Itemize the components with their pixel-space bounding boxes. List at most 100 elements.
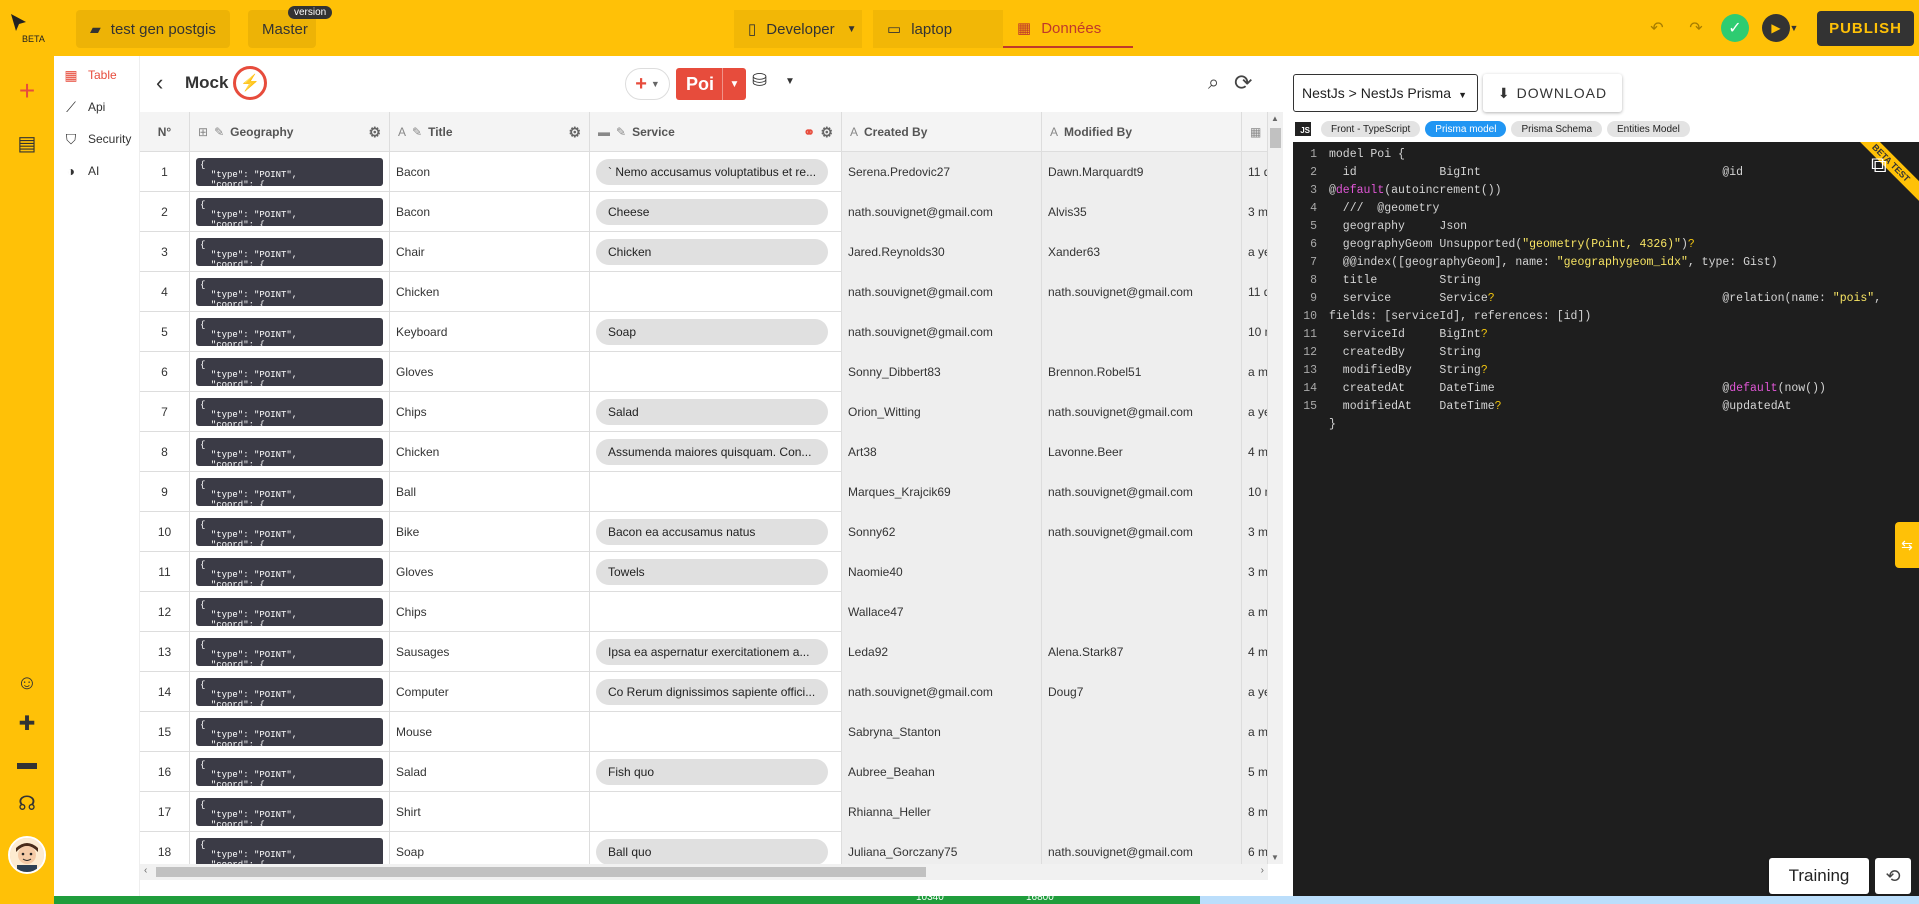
vertical-scrollbar[interactable]: ▲ ▼	[1268, 112, 1283, 864]
geography-cell[interactable]: { "type": "POINT", "coord": {	[190, 152, 390, 192]
geography-cell[interactable]: { "type": "POINT", "coord": {	[190, 432, 390, 472]
table-row[interactable]: 10{ "type": "POINT", "coord": {Bike Bacon…	[140, 512, 1268, 552]
table-row[interactable]: 16{ "type": "POINT", "coord": {Salad Fish…	[140, 752, 1268, 792]
header-created-by[interactable]: A Created By	[842, 112, 1042, 152]
add-record-button[interactable]: + ▼	[625, 68, 670, 100]
gear-icon[interactable]: ⚙	[820, 124, 833, 141]
table-row[interactable]: 7{ "type": "POINT", "coord": {Chips Salad…	[140, 392, 1268, 432]
gear-icon[interactable]: ⚙	[568, 124, 581, 141]
sidemenu-item-table[interactable]: ▦ Table	[62, 63, 116, 87]
code-editor[interactable]: 1 model Poi {2 id BigInt @id 3 @default(aut…	[1293, 142, 1919, 904]
undo-icon[interactable]: ↶	[1643, 14, 1671, 42]
table-row[interactable]: 15{ "type": "POINT", "coord": {Mouse Sabr…	[140, 712, 1268, 752]
header-geography[interactable]: ⊞ ✎ Geography ⚙	[190, 112, 390, 152]
gear-icon[interactable]: ⚙	[368, 124, 381, 141]
database-icon[interactable]: ⛁	[752, 70, 767, 91]
service-cell[interactable]	[590, 592, 842, 632]
service-chip[interactable]: Chicken	[596, 239, 828, 265]
sidemenu-item-ai[interactable]: ◑ AI	[62, 159, 100, 183]
table-row[interactable]: 13{ "type": "POINT", "coord": {Sausages I…	[140, 632, 1268, 672]
redo-icon[interactable]: ↷	[1682, 14, 1710, 42]
title-cell[interactable]: Ball	[390, 472, 590, 512]
title-cell[interactable]: Chair	[390, 232, 590, 272]
toolbox-icon[interactable]: ▬	[12, 748, 42, 778]
service-cell[interactable]	[590, 352, 842, 392]
title-cell[interactable]: Chips	[390, 392, 590, 432]
service-cell[interactable]	[590, 472, 842, 512]
headset-icon[interactable]: ☊	[12, 788, 42, 818]
geography-cell[interactable]: { "type": "POINT", "coord": {	[190, 832, 390, 864]
geography-cell[interactable]: { "type": "POINT", "coord": {	[190, 272, 390, 312]
title-cell[interactable]: Mouse	[390, 712, 590, 752]
scroll-left-icon[interactable]: ‹	[144, 865, 147, 876]
service-cell[interactable]: Fish quo	[590, 752, 842, 792]
table-row[interactable]: 6{ "type": "POINT", "coord": {Gloves Sonn…	[140, 352, 1268, 392]
service-cell[interactable]: Ipsa ea aspernatur exercitationem a...	[590, 632, 842, 672]
add-icon[interactable]: +	[12, 75, 42, 106]
table-row[interactable]: 1{ "type": "POINT", "coord": {Bacon ` Nem…	[140, 152, 1268, 192]
geography-cell[interactable]: { "type": "POINT", "coord": {	[190, 552, 390, 592]
service-chip[interactable]: Soap	[596, 319, 828, 345]
table-row[interactable]: 8{ "type": "POINT", "coord": {Chicken Ass…	[140, 432, 1268, 472]
service-cell[interactable]	[590, 272, 842, 312]
table-row[interactable]: 2{ "type": "POINT", "coord": {Bacon Chees…	[140, 192, 1268, 232]
copy-icon[interactable]: ⧉	[1871, 152, 1887, 178]
geography-cell[interactable]: { "type": "POINT", "coord": {	[190, 592, 390, 632]
title-cell[interactable]: Bike	[390, 512, 590, 552]
title-cell[interactable]: Salad	[390, 752, 590, 792]
geography-cell[interactable]: { "type": "POINT", "coord": {	[190, 312, 390, 352]
header-modified-by[interactable]: A Modified By	[1042, 112, 1242, 152]
segment-laptop[interactable]: ▭ laptop	[873, 10, 1003, 48]
app-logo[interactable]: BETA	[8, 12, 48, 46]
images-icon[interactable]: ▤	[12, 128, 42, 158]
service-cell[interactable]: Co Rerum dignissimos sapiente offici...	[590, 672, 842, 712]
header-number[interactable]: N°	[140, 112, 190, 152]
service-cell[interactable]: Chicken	[590, 232, 842, 272]
tab-entities-model[interactable]: Entities Model	[1607, 121, 1690, 137]
avatar[interactable]	[8, 836, 46, 874]
service-chip[interactable]: Ball quo	[596, 839, 828, 864]
title-cell[interactable]: Bacon	[390, 152, 590, 192]
service-cell[interactable]: Assumenda maiores quisquam. Con...	[590, 432, 842, 472]
tab-prisma-model[interactable]: Prisma model	[1425, 121, 1507, 137]
scroll-up-icon[interactable]: ▲	[1271, 114, 1279, 123]
scroll-right-icon[interactable]: ›	[1261, 865, 1264, 876]
refresh-icon[interactable]: ⟳	[1234, 70, 1252, 96]
service-chip[interactable]: Cheese	[596, 199, 828, 225]
geography-cell[interactable]: { "type": "POINT", "coord": {	[190, 232, 390, 272]
link-off-icon[interactable]: ⚭	[803, 124, 815, 141]
table-row[interactable]: 17{ "type": "POINT", "coord": {Shirt Rhia…	[140, 792, 1268, 832]
service-cell[interactable]: Ball quo	[590, 832, 842, 864]
service-chip[interactable]: Towels	[596, 559, 828, 585]
scroll-thumb[interactable]	[156, 867, 926, 877]
service-chip[interactable]: Bacon ea accusamus natus	[596, 519, 828, 545]
geography-cell[interactable]: { "type": "POINT", "coord": {	[190, 632, 390, 672]
table-row[interactable]: 12{ "type": "POINT", "coord": {Chips Wall…	[140, 592, 1268, 632]
users-icon[interactable]: ☺	[12, 668, 42, 698]
entity-button[interactable]: Poi ▼	[676, 68, 746, 100]
service-cell[interactable]: Cheese	[590, 192, 842, 232]
title-cell[interactable]: Sausages	[390, 632, 590, 672]
horizontal-scrollbar[interactable]: ‹ ›	[140, 864, 1268, 880]
sidemenu-item-api[interactable]: ⟋ Api	[62, 95, 105, 119]
chevron-down-icon[interactable]: ▼	[1786, 14, 1802, 42]
title-cell[interactable]: Gloves	[390, 552, 590, 592]
title-cell[interactable]: Chicken	[390, 432, 590, 472]
title-cell[interactable]: Chips	[390, 592, 590, 632]
header-created-at[interactable]: ▦	[1242, 112, 1268, 152]
service-cell[interactable]: ` Nemo accusamus voluptatibus et re...	[590, 152, 842, 192]
title-cell[interactable]: Computer	[390, 672, 590, 712]
panel-toggle-tab[interactable]: ⇆	[1895, 522, 1919, 568]
geography-cell[interactable]: { "type": "POINT", "coord": {	[190, 792, 390, 832]
service-chip[interactable]: Assumenda maiores quisquam. Con...	[596, 439, 828, 465]
geography-cell[interactable]: { "type": "POINT", "coord": {	[190, 392, 390, 432]
tab-prisma-schema[interactable]: Prisma Schema	[1511, 121, 1603, 137]
tab-front-typescript[interactable]: Front - TypeScript	[1321, 121, 1421, 137]
chevron-down-icon[interactable]: ▼	[785, 76, 795, 87]
training-button[interactable]: Training	[1769, 858, 1869, 894]
table-row[interactable]: 9{ "type": "POINT", "coord": {Ball Marque…	[140, 472, 1268, 512]
check-icon[interactable]: ✓	[1721, 14, 1749, 42]
history-icon[interactable]: ⟲	[1875, 858, 1911, 894]
service-chip[interactable]: Fish quo	[596, 759, 828, 785]
scroll-thumb[interactable]	[1270, 128, 1281, 148]
